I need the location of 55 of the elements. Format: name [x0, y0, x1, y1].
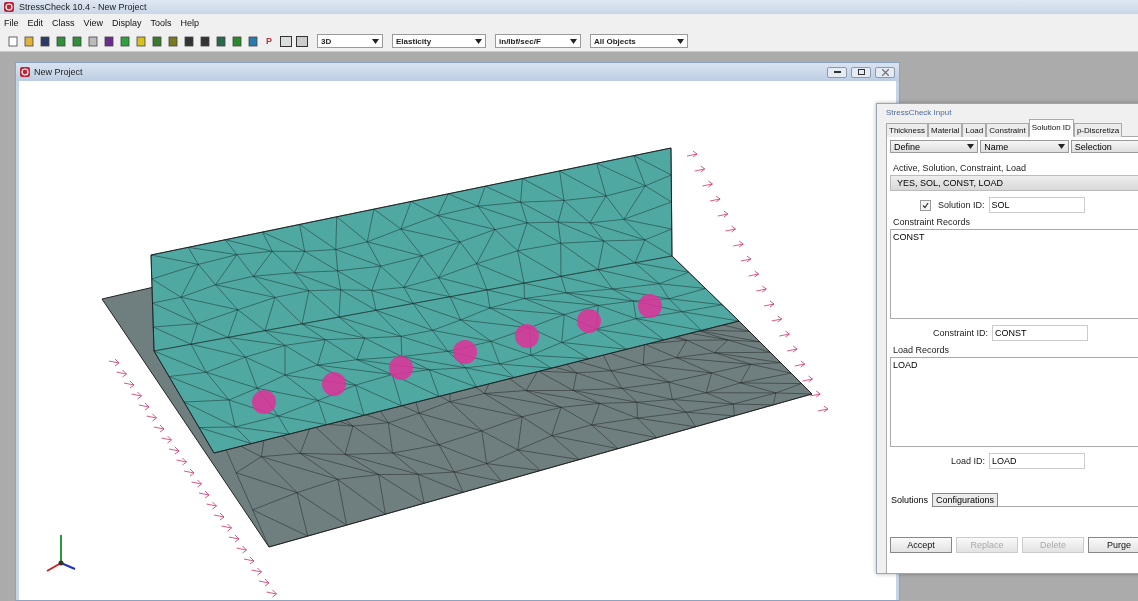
menu-item[interactable]: Display: [111, 17, 142, 28]
input-field[interactable]: SOL: [988, 197, 1085, 213]
tab[interactable]: Solutions: [887, 493, 933, 507]
dialog-button[interactable]: Purge: [1088, 537, 1138, 553]
caret-icon: [372, 38, 379, 44]
document-title: New Project: [34, 67, 84, 77]
input-field[interactable]: CONST: [992, 325, 1089, 341]
menu-item[interactable]: Help: [180, 17, 199, 28]
app-logo-icon: [4, 2, 14, 12]
dropdown[interactable]: Name: [980, 140, 1069, 153]
list-item[interactable]: LOAD: [893, 360, 1138, 370]
minimize-icon: [833, 70, 841, 74]
p-label: P: [266, 36, 272, 46]
toolbar-dropdown[interactable]: Elasticity: [392, 34, 486, 48]
tab[interactable]: Thickness: [886, 123, 928, 137]
field-label: Constraint ID:: [933, 328, 989, 338]
tab[interactable]: Material: [928, 123, 963, 137]
caret-icon: [1057, 144, 1065, 149]
menu-item[interactable]: Tools: [150, 17, 172, 28]
toolbar-dropdown[interactable]: 3D: [317, 34, 383, 48]
toolbar-dropdown[interactable]: All Objects: [590, 34, 688, 48]
caret-icon: [677, 38, 684, 44]
menu-item[interactable]: Edit: [27, 17, 44, 28]
tab[interactable]: p-Discretiza: [1073, 123, 1123, 137]
caret-icon: [967, 144, 975, 149]
tab[interactable]: Constraint: [986, 123, 1029, 137]
dialog-title: StressCheck Input: [886, 108, 953, 117]
field-label: Constraint Records: [893, 217, 972, 227]
app-logo-icon: [20, 67, 30, 77]
maximize-icon: [857, 69, 865, 75]
checkbox[interactable]: [920, 199, 931, 211]
input-field[interactable]: LOAD: [989, 453, 1086, 469]
toolbar-dropdown[interactable]: in/lbf/sec/F: [495, 34, 581, 48]
tab[interactable]: Load: [962, 123, 987, 137]
list-row[interactable]: YES, SOL, CONST, LOAD: [891, 176, 1138, 190]
list-item[interactable]: CONST: [893, 232, 1138, 242]
menu-item[interactable]: View: [83, 17, 103, 28]
caret-icon: [570, 38, 577, 44]
dialog-button[interactable]: Accept: [890, 537, 952, 553]
field-label: Load Records: [893, 345, 951, 355]
field-label: Solution ID:: [938, 200, 985, 210]
close-button[interactable]: [875, 66, 895, 78]
menu-item[interactable]: Class: [52, 17, 75, 28]
dropdown[interactable]: Define: [890, 140, 979, 153]
field-label: Load ID:: [951, 456, 986, 466]
caret-icon: [475, 38, 482, 44]
minimize-button[interactable]: [827, 66, 847, 78]
tab[interactable]: Configurations: [932, 493, 999, 507]
menu-item[interactable]: File: [4, 17, 19, 28]
field-label: Active, Solution, Constraint, Load: [893, 163, 1028, 173]
tab[interactable]: Solution ID: [1028, 119, 1074, 137]
close-icon: [881, 68, 889, 76]
dropdown[interactable]: Selection: [1070, 140, 1138, 153]
window-title: StressCheck 10.4 - New Project: [19, 2, 147, 12]
maximize-button[interactable]: [851, 66, 871, 78]
